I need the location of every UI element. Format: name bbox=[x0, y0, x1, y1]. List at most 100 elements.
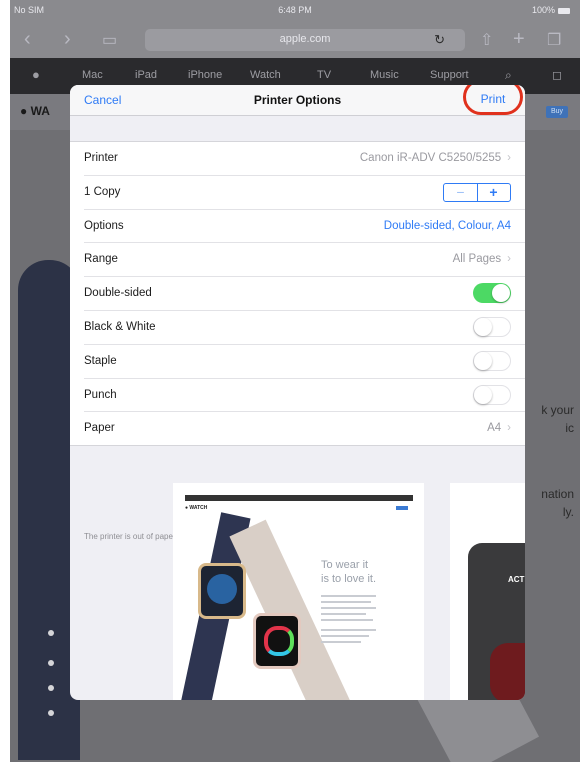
nav-item-tv[interactable]: TV bbox=[317, 69, 331, 81]
page-preview-1[interactable]: ● WATCH To wear it is to love it. bbox=[173, 483, 424, 700]
increment-button[interactable]: + bbox=[477, 184, 510, 201]
paper-size: A4 bbox=[487, 422, 502, 435]
preview-text-line bbox=[321, 595, 376, 597]
band-hole bbox=[48, 710, 54, 716]
range-row[interactable]: Range All Pages › bbox=[84, 243, 525, 278]
chevron-right-icon: › bbox=[507, 253, 511, 266]
ipad-screen: No SIM 6:48 PM 100% ‹ › ▭ apple.com ↻ ⇧ … bbox=[10, 0, 580, 762]
search-icon[interactable]: ⌕ bbox=[505, 68, 512, 83]
tabs-icon[interactable]: ❐ bbox=[547, 30, 561, 50]
background-text: k your bbox=[541, 403, 574, 417]
paper-row[interactable]: Paper A4 › bbox=[84, 412, 525, 445]
preview-watch-gold bbox=[198, 563, 246, 619]
black-white-label: Black & White bbox=[84, 320, 156, 333]
preview-brand: ● WATCH bbox=[185, 505, 208, 511]
printer-label: Printer bbox=[84, 152, 118, 164]
punch-row: Punch bbox=[84, 379, 525, 413]
band-hole bbox=[48, 630, 54, 636]
address-bar[interactable]: apple.com ↻ bbox=[145, 29, 465, 51]
forward-icon[interactable]: › bbox=[64, 28, 71, 51]
preview-text-line bbox=[321, 601, 371, 603]
battery-percent: 100% bbox=[531, 5, 555, 15]
dialog-header: Cancel Printer Options bbox=[70, 85, 525, 116]
printer-value: Canon iR-ADV C5250/5255 › bbox=[360, 152, 511, 164]
print-highlight-circle: Print bbox=[463, 85, 523, 115]
printer-name: Canon iR-ADV C5250/5255 bbox=[359, 152, 502, 164]
battery-indicator: 100% bbox=[532, 5, 570, 15]
toggle-knob bbox=[474, 317, 492, 336]
preview-headline: To wear it is to love it. bbox=[321, 558, 376, 586]
nav-item-mac[interactable]: Mac bbox=[82, 69, 103, 81]
band-hole bbox=[48, 660, 54, 666]
printer-status-note: The printer is out of paper. bbox=[84, 532, 178, 541]
nav-item-watch[interactable]: Watch bbox=[250, 69, 281, 81]
bookmarks-icon[interactable]: ▭ bbox=[102, 30, 117, 50]
url-text: apple.com bbox=[279, 33, 331, 45]
punch-toggle[interactable] bbox=[473, 384, 511, 405]
product-brand-text: WA bbox=[30, 104, 50, 118]
buy-button[interactable]: Buy bbox=[546, 106, 568, 118]
printer-options-dialog: Cancel Printer Options Print Printer Can… bbox=[70, 85, 525, 700]
preview-text-line bbox=[321, 613, 366, 615]
product-brand: ● WA bbox=[20, 104, 50, 118]
black-white-toggle[interactable] bbox=[473, 316, 511, 337]
nav-item-ipad[interactable]: iPad bbox=[135, 69, 157, 81]
watch-screen bbox=[207, 574, 237, 604]
background-text: ic bbox=[565, 421, 574, 435]
preview-page2-label: ACT bbox=[508, 575, 525, 584]
bag-icon[interactable]: ◻ bbox=[552, 68, 562, 82]
back-icon[interactable]: ‹ bbox=[24, 28, 31, 51]
printer-row[interactable]: Printer Canon iR-ADV C5250/5255 › bbox=[84, 142, 525, 176]
nav-item-music[interactable]: Music bbox=[370, 69, 399, 81]
preview-watch-band-red bbox=[490, 643, 525, 700]
preview-headline-line-2: is to love it. bbox=[321, 573, 377, 585]
options-summary[interactable]: Double-sided, Colour, A4 bbox=[384, 220, 511, 232]
decrement-button[interactable]: − bbox=[444, 183, 478, 201]
range-value: All Pages › bbox=[453, 253, 511, 265]
toggle-knob bbox=[492, 284, 510, 303]
page-preview-2[interactable]: ACT bbox=[450, 483, 525, 700]
range-text: All Pages bbox=[452, 253, 502, 266]
dialog-title: Printer Options bbox=[253, 93, 342, 107]
clock: 6:48 PM bbox=[278, 5, 312, 15]
preview-headline-line-1: To wear it bbox=[321, 559, 369, 571]
toggle-knob bbox=[474, 385, 492, 404]
activity-ring-icon bbox=[264, 626, 294, 656]
double-sided-label: Double-sided bbox=[84, 287, 152, 300]
preview-text-line bbox=[321, 619, 373, 621]
apple-logo-icon[interactable]: ● bbox=[32, 67, 40, 82]
background-text: ly. bbox=[562, 505, 574, 519]
band-hole bbox=[48, 685, 54, 691]
safari-toolbar: ‹ › ▭ apple.com ↻ ⇧ + ❐ bbox=[10, 20, 580, 58]
preview-text-line bbox=[321, 635, 369, 637]
options-list: Printer Canon iR-ADV C5250/5255 › 1 Copy … bbox=[70, 141, 525, 447]
new-tab-icon[interactable]: + bbox=[513, 28, 525, 51]
copies-label: 1 Copy bbox=[84, 185, 121, 198]
chevron-right-icon: › bbox=[507, 422, 511, 435]
double-sided-row: Double-sided bbox=[84, 277, 525, 311]
staple-row: Staple bbox=[84, 345, 525, 379]
print-button[interactable]: Print bbox=[466, 92, 520, 106]
preview-buy-button bbox=[396, 506, 408, 510]
preview-text-line bbox=[321, 629, 376, 631]
paper-value: A4 › bbox=[487, 422, 511, 434]
nav-item-support[interactable]: Support bbox=[430, 69, 469, 81]
options-label: Options bbox=[84, 219, 124, 232]
battery-icon bbox=[558, 7, 570, 14]
preview-watch-rose bbox=[253, 613, 301, 669]
nav-item-iphone[interactable]: iPhone bbox=[188, 69, 222, 81]
share-icon[interactable]: ⇧ bbox=[480, 30, 493, 50]
range-label: Range bbox=[84, 253, 118, 266]
copies-row: 1 Copy − + bbox=[84, 176, 525, 210]
staple-toggle[interactable] bbox=[473, 350, 511, 371]
punch-label: Punch bbox=[84, 388, 117, 401]
preview-text-line bbox=[321, 607, 376, 609]
status-bar: No SIM 6:48 PM 100% bbox=[10, 0, 580, 20]
background-text: nation bbox=[541, 487, 574, 501]
options-row[interactable]: Options Double-sided, Colour, A4 bbox=[84, 210, 525, 244]
preview-band-stone bbox=[229, 519, 357, 700]
double-sided-toggle[interactable] bbox=[473, 283, 511, 304]
reload-icon[interactable]: ↻ bbox=[434, 32, 445, 48]
copies-stepper: − + bbox=[443, 182, 511, 202]
black-white-row: Black & White bbox=[84, 311, 525, 345]
